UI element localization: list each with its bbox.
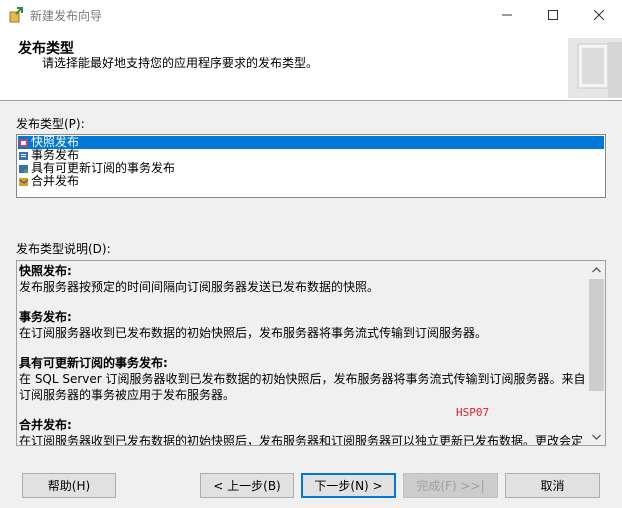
list-item-label: 合并发布 [31, 174, 80, 188]
maximize-icon [548, 10, 558, 20]
close-button[interactable] [576, 0, 622, 30]
wizard-banner-icon [568, 38, 622, 98]
scroll-down-arrow[interactable] [588, 428, 605, 445]
maximize-button[interactable] [530, 0, 576, 30]
description-section-title: 合并发布: [19, 418, 72, 432]
wizard-header: 发布类型 请选择能最好地支持您的应用程序要求的发布类型。 [0, 30, 622, 101]
description-box[interactable]: 快照发布: 发布服务器按预定的时间间隔向订阅服务器发送已发布数据的快照。 事务发… [16, 260, 606, 446]
page-subtitle: 请选择能最好地支持您的应用程序要求的发布类型。 [42, 56, 319, 70]
next-button[interactable]: 下一步(N) > [301, 473, 396, 498]
chevron-down-icon [592, 434, 601, 440]
cancel-button[interactable]: 取消 [505, 473, 600, 498]
scroll-up-arrow[interactable] [588, 261, 605, 278]
minimize-icon [502, 14, 512, 16]
back-button[interactable]: < 上一步(B) [200, 473, 294, 498]
transactional-publication-icon [19, 151, 28, 160]
snapshot-publication-icon [19, 138, 28, 147]
list-item-snapshot[interactable]: 快照发布 [18, 136, 604, 149]
description-section-body: 在 SQL Server 订阅服务器收到已发布数据的初始快照后，发布服务器将事务… [19, 372, 586, 402]
description-scrollbar[interactable] [588, 261, 605, 445]
wizard-app-icon [9, 7, 23, 23]
scroll-thumb[interactable] [589, 279, 604, 391]
list-item-merge[interactable]: 合并发布 [18, 175, 604, 188]
description-section-title: 快照发布: [19, 264, 72, 278]
window-title: 新建发布向导 [30, 9, 103, 23]
list-item-updatable[interactable]: 具有可更新订阅的事务发布 [18, 162, 604, 175]
description-section-title: 事务发布: [19, 310, 72, 324]
description-label: 发布类型说明(D): [16, 242, 111, 256]
description-content: 快照发布: 发布服务器按预定的时间间隔向订阅服务器发送已发布数据的快照。 事务发… [19, 263, 587, 446]
help-button[interactable]: 帮助(H) [22, 473, 116, 498]
finish-button[interactable]: 完成(F) >>| [403, 473, 498, 498]
publication-type-list[interactable]: 快照发布 事务发布 具有可更新订阅的事务发布 合并发布 [16, 134, 606, 198]
chevron-up-icon [592, 266, 601, 272]
close-icon [594, 10, 604, 20]
publication-type-label: 发布类型(P): [16, 117, 85, 131]
description-section-body: 在订阅服务器收到已发布数据的初始快照后，发布服务器将事务流式传输到订阅服务器。 [19, 326, 488, 340]
description-section-title: 具有可更新订阅的事务发布: [19, 356, 168, 370]
watermark-text: HSP07 [456, 406, 490, 419]
title-bar: 新建发布向导 [0, 0, 622, 30]
description-section-body: 在订阅服务器收到已发布数据的初始快照后，发布服务器和订阅服务器可以独立更新已发布… [19, 434, 584, 446]
merge-publication-icon [19, 177, 29, 186]
minimize-button[interactable] [484, 0, 530, 30]
description-section-body: 发布服务器按预定的时间间隔向订阅服务器发送已发布数据的快照。 [19, 280, 380, 294]
updatable-publication-icon [19, 164, 28, 173]
